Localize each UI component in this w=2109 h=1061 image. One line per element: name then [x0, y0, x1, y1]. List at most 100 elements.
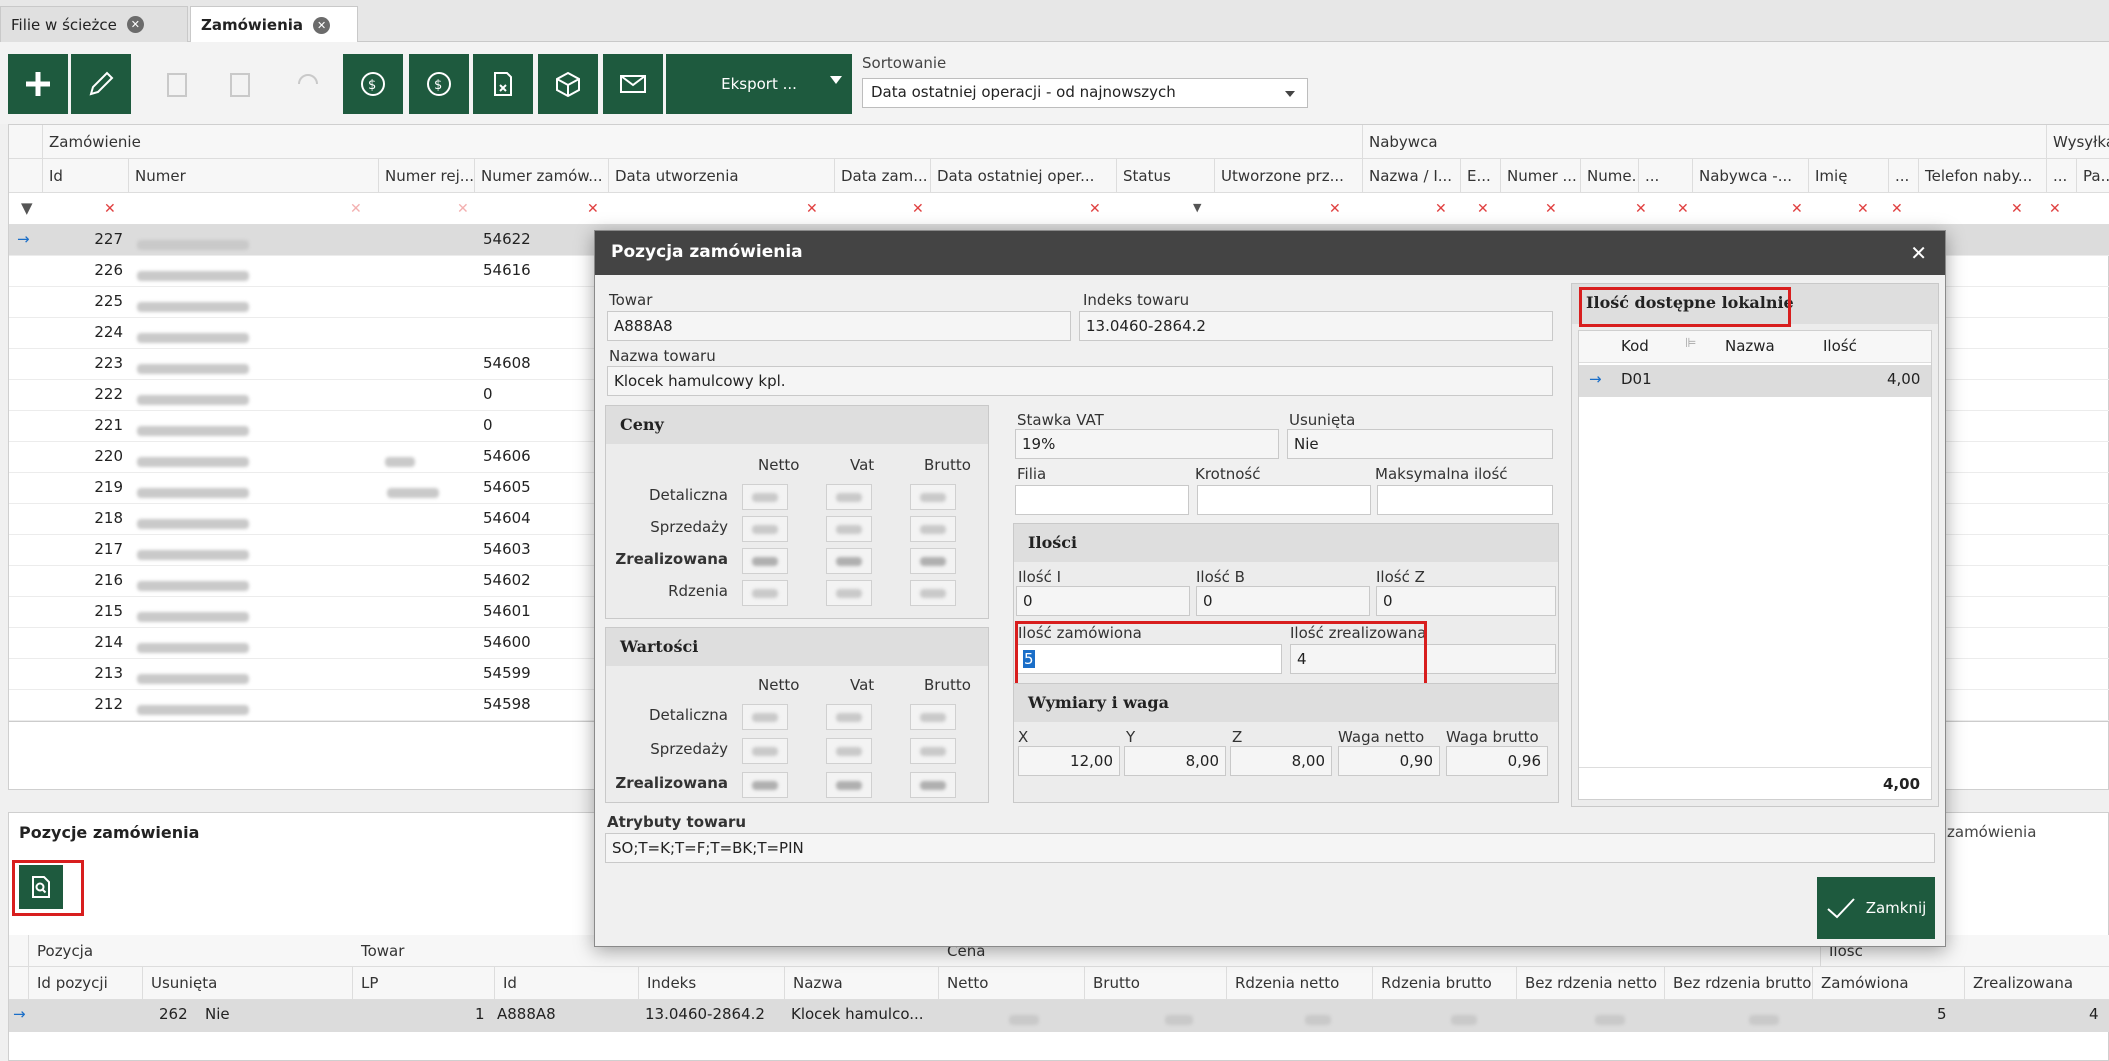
column-header[interactable]: Nume...: [1581, 159, 1639, 193]
waga-netto-field[interactable]: 0,90: [1338, 746, 1440, 776]
clear-filter-icon[interactable]: ✕: [350, 201, 362, 217]
tab-filie[interactable]: Filie w ścieżce ✕: [0, 6, 188, 42]
column-header[interactable]: Netto: [939, 967, 1085, 1000]
column-header[interactable]: Nazwa: [785, 967, 939, 1000]
order-item-dialog: Pozycja zamówienia ✕ Towar A888A8 Indeks…: [594, 230, 1946, 947]
column-header[interactable]: ...: [1889, 159, 1919, 193]
z-field[interactable]: 8,00: [1230, 746, 1332, 776]
column-header[interactable]: Numer rej...: [379, 159, 475, 193]
close-icon[interactable]: ✕: [313, 16, 331, 34]
band-shipping: Wysyłka: [2047, 125, 2109, 159]
clear-filter-icon[interactable]: ✕: [1329, 201, 1341, 217]
column-header[interactable]: Bez rdzenia brutto: [1665, 967, 1813, 1000]
copy-button[interactable]: [148, 54, 208, 114]
column-header[interactable]: Data zam...: [835, 159, 931, 193]
filter-row[interactable]: ▼ ✕ ✕ ✕ ✕ ✕ ✕ ✕ ▼ ✕ ✕ ✕ ✕ ✕ ✕ ✕ ✕ ✕ ✕ ✕: [9, 193, 2109, 225]
chevron-down-icon[interactable]: ▼: [1193, 201, 1201, 214]
filia-field[interactable]: [1015, 485, 1189, 515]
column-header[interactable]: Indeks: [639, 967, 785, 1000]
column-header[interactable]: Rdzenia netto: [1227, 967, 1373, 1000]
package-button[interactable]: [538, 54, 598, 114]
add-button[interactable]: [8, 54, 68, 114]
filter-icon[interactable]: ▼: [21, 199, 33, 217]
clear-filter-icon[interactable]: ✕: [1477, 201, 1489, 217]
usunieta-field[interactable]: Nie: [1287, 429, 1553, 459]
clear-filter-icon[interactable]: ✕: [1677, 201, 1689, 217]
clear-filter-icon[interactable]: ✕: [587, 201, 599, 217]
column-header[interactable]: Usunięta: [143, 967, 353, 1000]
ilosc-i-field[interactable]: 0: [1016, 586, 1190, 616]
clear-filter-icon[interactable]: ✕: [1635, 201, 1647, 217]
waga-brutto-field[interactable]: 0,96: [1446, 746, 1548, 776]
delete-doc-button[interactable]: [473, 54, 533, 114]
total-ilosc: 4,00: [1883, 775, 1921, 793]
nazwa-field[interactable]: Klocek hamulcowy kpl.: [607, 366, 1553, 396]
column-header[interactable]: Rdzenia brutto: [1373, 967, 1517, 1000]
close-icon[interactable]: ✕: [1910, 241, 1927, 265]
column-header[interactable]: Nabywca -...: [1693, 159, 1809, 193]
column-header[interactable]: Id pozycji: [29, 967, 143, 1000]
money-button[interactable]: $: [409, 54, 469, 114]
clear-filter-icon[interactable]: ✕: [1791, 201, 1803, 217]
clear-filter-icon[interactable]: ✕: [2049, 201, 2061, 217]
sort-icon[interactable]: ⊫: [1685, 336, 1696, 351]
column-header[interactable]: LP: [353, 967, 495, 1000]
close-icon[interactable]: ✕: [126, 16, 144, 33]
column-header[interactable]: ...: [1639, 159, 1693, 193]
column-header[interactable]: Utworzone prz...: [1215, 159, 1363, 193]
clear-filter-icon[interactable]: ✕: [1435, 201, 1447, 217]
vat-field[interactable]: 19%: [1015, 429, 1279, 459]
column-header[interactable]: Status: [1117, 159, 1215, 193]
column-header[interactable]: Zamówiona: [1813, 967, 1965, 1000]
column-header[interactable]: Numer ...: [1501, 159, 1581, 193]
column-header[interactable]: Id: [43, 159, 129, 193]
col-netto: Netto: [758, 676, 800, 694]
clear-filter-icon[interactable]: ✕: [2011, 201, 2023, 217]
dialog-title: Pozycja zamówienia: [595, 231, 1945, 275]
column-header[interactable]: Telefon naby...: [1919, 159, 2047, 193]
clear-filter-icon[interactable]: ✕: [1857, 201, 1869, 217]
clear-filter-icon[interactable]: ✕: [457, 201, 469, 217]
refresh-button[interactable]: [278, 54, 338, 114]
column-header[interactable]: Data ostatniej oper...: [931, 159, 1117, 193]
mail-button[interactable]: [603, 54, 663, 114]
column-header[interactable]: Id: [495, 967, 639, 1000]
clear-filter-icon[interactable]: ✕: [1891, 201, 1903, 217]
close-button[interactable]: Zamknij: [1817, 877, 1935, 939]
copy2-button[interactable]: [211, 54, 271, 114]
atrybuty-field[interactable]: SO;T=K;T=F;T=BK;T=PIN: [605, 833, 1935, 863]
money-list-button[interactable]: $: [343, 54, 403, 114]
column-header[interactable]: Data utworzenia: [609, 159, 835, 193]
column-header[interactable]: ...: [2047, 159, 2077, 193]
column-header[interactable]: Numer zamów...: [475, 159, 609, 193]
y-field[interactable]: 8,00: [1124, 746, 1226, 776]
tab-zamowienia[interactable]: Zamówienia ✕: [190, 6, 358, 43]
table-row[interactable]: → 262 Nie 1 A888A8 13.0460-2864.2 Klocek…: [9, 1000, 2109, 1032]
clear-filter-icon[interactable]: ✕: [1089, 201, 1101, 217]
column-header[interactable]: E...: [1461, 159, 1501, 193]
highlight-box: [1579, 287, 1791, 327]
ilosc-z-field[interactable]: 0: [1376, 586, 1556, 616]
clear-filter-icon[interactable]: ✕: [104, 201, 116, 217]
cell-usunieta: Nie: [205, 1005, 230, 1023]
column-header[interactable]: Bez rdzenia netto: [1517, 967, 1665, 1000]
clear-filter-icon[interactable]: ✕: [806, 201, 818, 217]
indeks-field[interactable]: 13.0460-2864.2: [1079, 311, 1553, 341]
krotnosc-field[interactable]: [1197, 485, 1371, 515]
column-header[interactable]: Pa...: [2077, 159, 2109, 193]
sort-select[interactable]: Data ostatniej operacji - od najnowszych: [862, 78, 1308, 108]
table-row[interactable]: → D01 4,00: [1579, 365, 1931, 397]
column-header[interactable]: Imię: [1809, 159, 1889, 193]
clear-filter-icon[interactable]: ✕: [1545, 201, 1557, 217]
x-field[interactable]: 12,00: [1018, 746, 1120, 776]
column-header[interactable]: Nazwa / I...: [1363, 159, 1461, 193]
edit-button[interactable]: [71, 54, 131, 114]
clear-filter-icon[interactable]: ✕: [912, 201, 924, 217]
column-header[interactable]: Zrealizowana: [1965, 967, 2109, 1000]
export-button[interactable]: Eksport ...: [666, 54, 852, 114]
column-header[interactable]: Brutto: [1085, 967, 1227, 1000]
maks-field[interactable]: [1377, 485, 1553, 515]
ilosc-b-field[interactable]: 0: [1196, 586, 1370, 616]
column-header[interactable]: Numer: [129, 159, 379, 193]
towar-field[interactable]: A888A8: [607, 311, 1071, 341]
